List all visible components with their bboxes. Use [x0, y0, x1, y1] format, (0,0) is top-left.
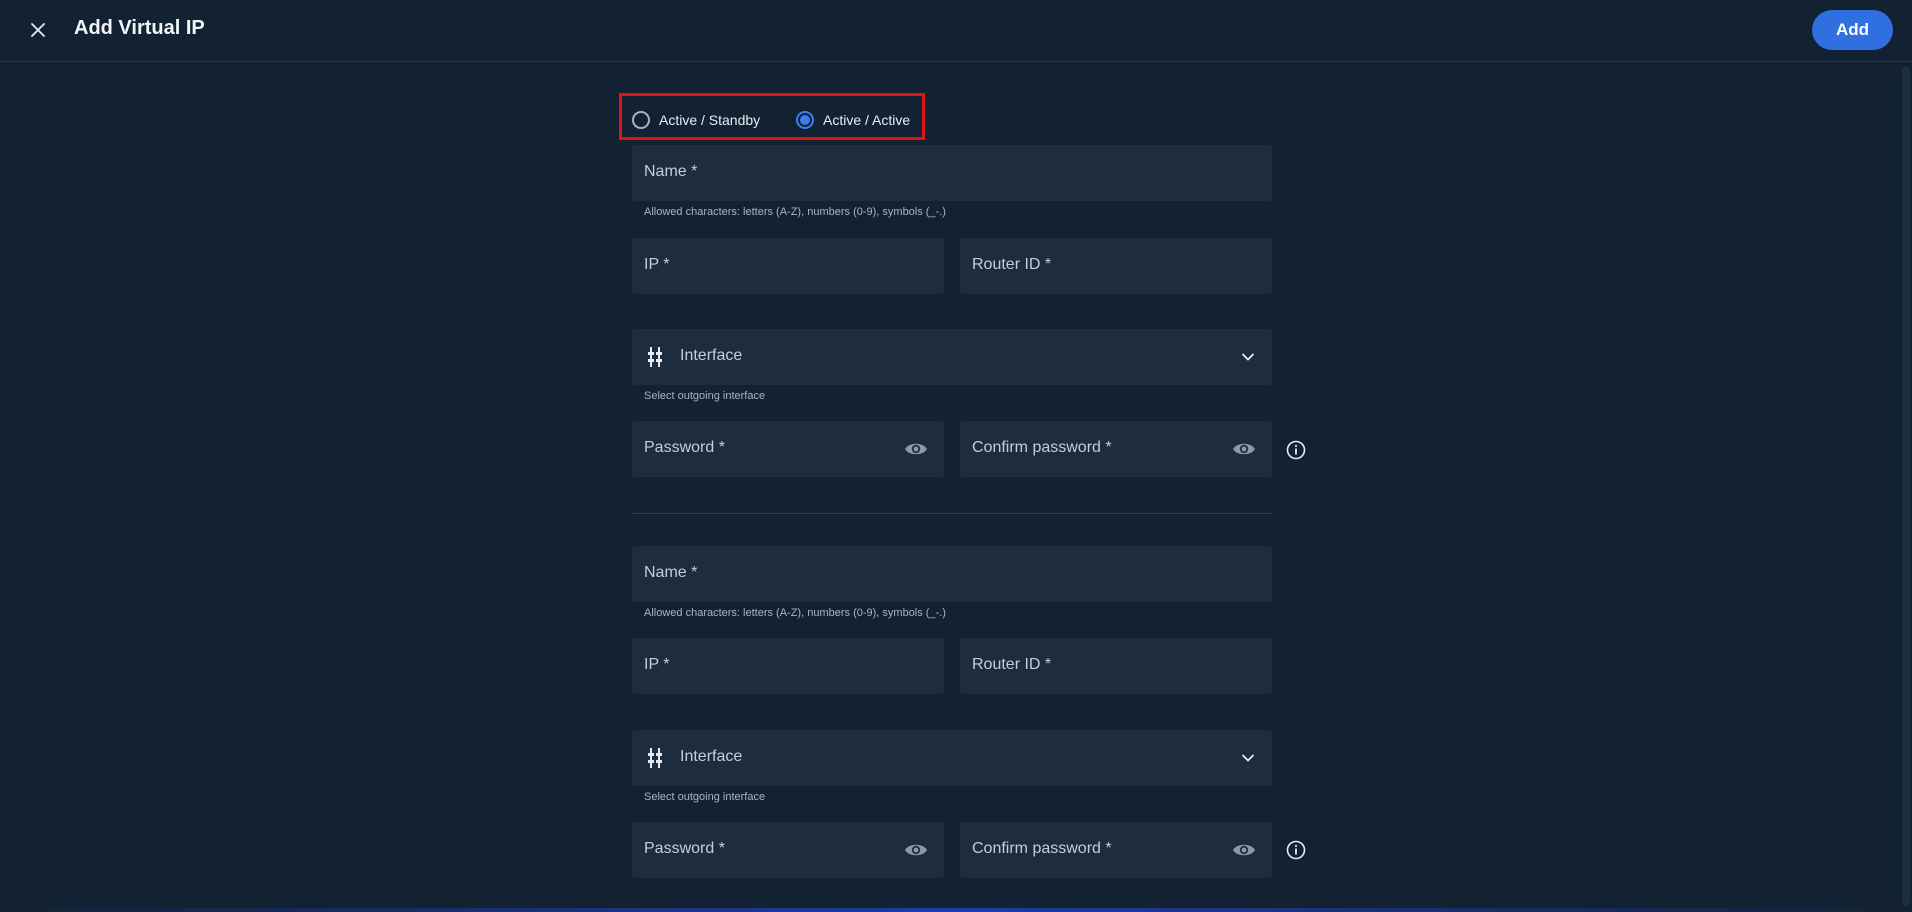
eye-icon[interactable]	[904, 439, 928, 459]
radio-circle-checked[interactable]	[796, 111, 814, 129]
password-label: Password *	[644, 840, 725, 857]
ip-label: IP *	[644, 256, 670, 273]
interface-label: Interface	[680, 748, 743, 765]
ethernet-port-icon	[648, 347, 662, 367]
router-id-field-2[interactable]: Router ID *	[960, 638, 1272, 694]
info-icon[interactable]	[1286, 440, 1306, 460]
interface-label: Interface	[680, 347, 743, 364]
close-button[interactable]	[24, 16, 52, 44]
confirm-password-label: Confirm password *	[972, 840, 1112, 857]
interface-select-1[interactable]: Interface	[632, 329, 1272, 385]
eye-icon[interactable]	[904, 840, 928, 860]
password-field-2[interactable]: Password *	[632, 822, 944, 878]
password-label: Password *	[644, 439, 725, 456]
section-divider	[632, 513, 1272, 514]
ethernet-port-icon	[648, 748, 662, 768]
interface-hint: Select outgoing interface	[644, 791, 766, 803]
ip-field-2[interactable]: IP *	[632, 638, 944, 694]
info-icon[interactable]	[1286, 840, 1306, 860]
radio-label: Active / Standby	[659, 112, 761, 128]
name-field-1[interactable]: Name *	[632, 145, 1272, 201]
radio-active-standby[interactable]: Active / Standby	[632, 111, 760, 129]
confirm-password-label: Confirm password *	[972, 439, 1112, 456]
eye-icon[interactable]	[1232, 840, 1256, 860]
interface-hint: Select outgoing interface	[644, 390, 766, 402]
password-field-1[interactable]: Password *	[632, 421, 944, 477]
eye-icon[interactable]	[1232, 439, 1256, 459]
radio-label: Active / Active	[823, 112, 911, 128]
chevron-down-icon	[1242, 754, 1254, 762]
interface-select-2[interactable]: Interface	[632, 730, 1272, 786]
top-bar: Add Virtual IP Add	[0, 0, 1912, 62]
bottom-accent-line	[0, 908, 1912, 912]
radio-circle-unchecked[interactable]	[632, 111, 650, 129]
scrollbar-thumb[interactable]	[1902, 66, 1910, 906]
router-id-field-1[interactable]: Router ID *	[960, 238, 1272, 294]
name-label: Name *	[644, 564, 698, 581]
name-hint: Allowed characters: letters (A-Z), numbe…	[644, 206, 946, 218]
close-icon	[31, 23, 45, 37]
name-field-2[interactable]: Name *	[632, 546, 1272, 602]
ip-label: IP *	[644, 656, 670, 673]
router-id-label: Router ID *	[972, 656, 1052, 673]
radio-active-active[interactable]: Active / Active	[796, 111, 910, 129]
ip-field-1[interactable]: IP *	[632, 238, 944, 294]
add-button[interactable]: Add	[1812, 10, 1893, 50]
chevron-down-icon	[1242, 353, 1254, 361]
router-id-label: Router ID *	[972, 256, 1052, 273]
name-label: Name *	[644, 163, 698, 180]
confirm-password-field-2[interactable]: Confirm password *	[960, 822, 1272, 878]
name-hint: Allowed characters: letters (A-Z), numbe…	[644, 607, 946, 619]
confirm-password-field-1[interactable]: Confirm password *	[960, 421, 1272, 477]
page-title: Add Virtual IP	[74, 17, 205, 39]
